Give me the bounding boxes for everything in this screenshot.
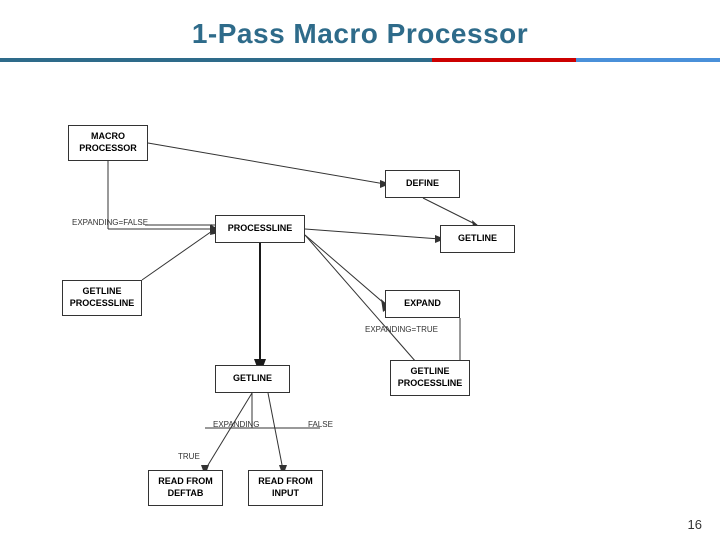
- slide-title: 1-Pass Macro Processor: [0, 0, 720, 58]
- box-read-from-input: READ FROM INPUT: [248, 470, 323, 506]
- box-getline: GETLINE: [215, 365, 290, 393]
- box-expand: EXPAND: [385, 290, 460, 318]
- title-divider: [0, 58, 720, 62]
- slide-container: 1-Pass Macro Processor: [0, 0, 720, 540]
- page-number: 16: [688, 517, 702, 532]
- label-expanding: EXPANDING: [213, 420, 260, 429]
- box-getline-processline-left: GETLINE PROCESSLINE: [62, 280, 142, 316]
- label-expanding-true: EXPANDING=TRUE: [365, 325, 438, 334]
- box-getline-right: GETLINE: [440, 225, 515, 253]
- label-expanding-false: EXPANDING=FALSE: [72, 218, 148, 227]
- diagram-area: MACRO PROCESSOR PROCESSLINE GETLINE PROC…: [0, 70, 720, 530]
- label-false: FALSE: [308, 420, 333, 429]
- label-true: TRUE: [178, 452, 200, 461]
- box-processline: PROCESSLINE: [215, 215, 305, 243]
- box-macro-processor: MACRO PROCESSOR: [68, 125, 148, 161]
- box-read-from-deftab: READ FROM DEFTAB: [148, 470, 223, 506]
- box-getline-processline-right: GETLINE PROCESSLINE: [390, 360, 470, 396]
- box-define: DEFINE: [385, 170, 460, 198]
